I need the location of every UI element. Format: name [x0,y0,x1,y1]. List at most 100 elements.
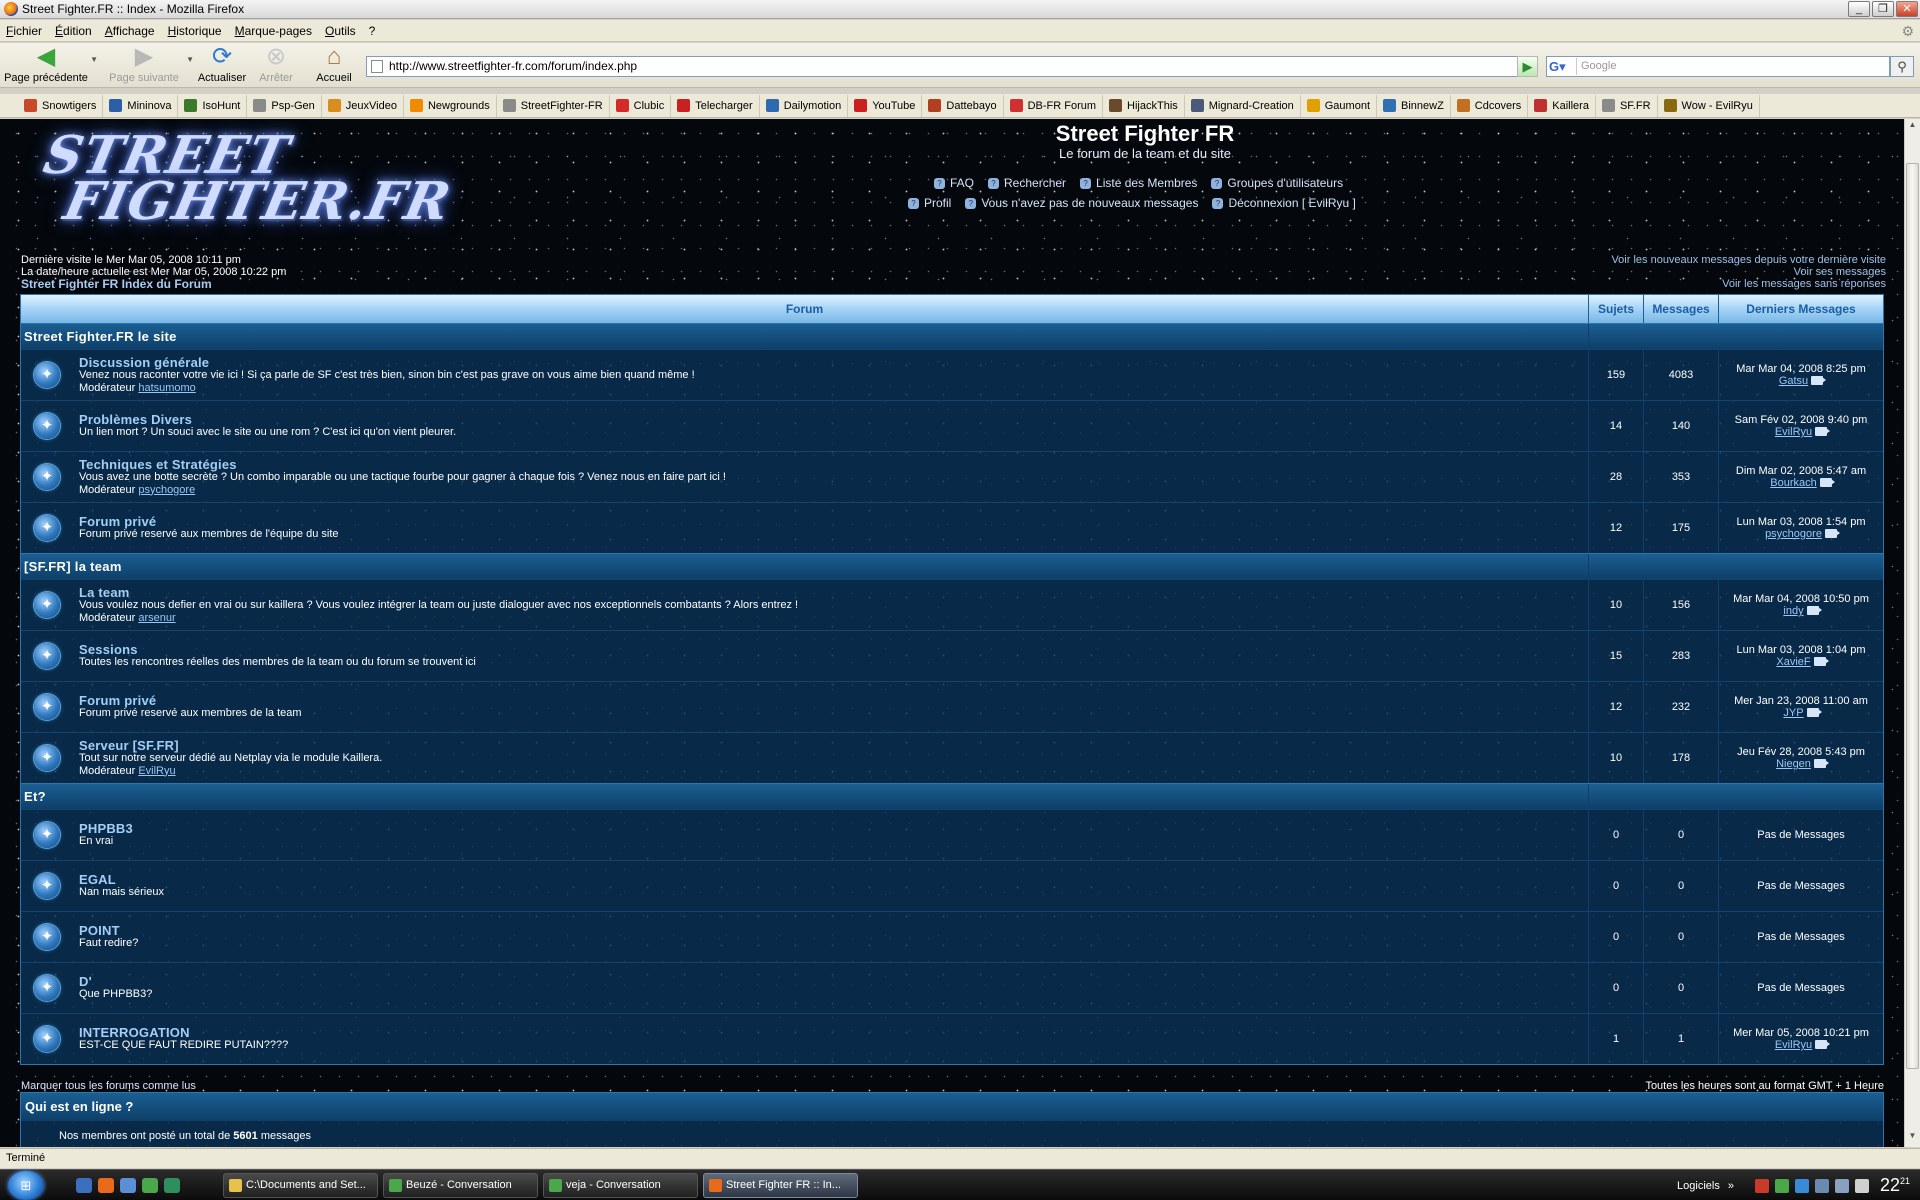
scroll-up-icon[interactable]: ▲ [1906,120,1919,135]
moderator-link[interactable]: hatsumomo [138,382,195,394]
view-latest-post-icon[interactable] [1811,376,1827,385]
view-latest-post-icon[interactable] [1806,606,1822,615]
google-icon[interactable]: G▾ [1549,58,1577,75]
top-nav-link[interactable]: ? Vous n'avez pas de nouveaux messages [965,196,1198,210]
last-post-user-link[interactable]: indy [1783,605,1803,617]
bookmark-item[interactable]: Gaumont [1301,94,1377,117]
forum-name-link[interactable]: Forum privé [79,515,339,528]
scroll-thumb[interactable] [1906,163,1919,1069]
new-posts-link[interactable]: Voir les nouveaux messages depuis votre … [1611,254,1886,266]
home-button[interactable]: ⌂ Accueil [314,45,354,87]
forum-name-link[interactable]: EGAL [79,873,164,886]
tray-monitor-icon[interactable] [1834,1178,1849,1193]
last-post-user-link[interactable]: Niegen [1776,758,1811,770]
bookmark-item[interactable]: Clubic [610,94,672,117]
back-button[interactable]: ◀ Page précédente ▼ [4,45,98,87]
reload-button[interactable]: ⟳ Actualiser [196,45,248,87]
bookmark-item[interactable]: SF.FR [1596,94,1658,117]
menu-7[interactable]: ? [369,24,376,38]
forum-name-link[interactable]: Sessions [79,643,476,656]
moderator-link[interactable]: arsenur [138,612,175,624]
bookmark-item[interactable]: YouTube [848,94,923,117]
bookmark-item[interactable]: DB-FR Forum [1004,94,1104,117]
forum-name-link[interactable]: Problèmes Divers [79,413,456,426]
taskbar-task[interactable]: veja - Conversation [543,1173,698,1198]
firefox-quicklaunch-icon[interactable] [98,1178,114,1193]
bookmark-item[interactable]: Mignard-Creation [1185,94,1301,117]
mark-all-read-link[interactable]: Marquer tous les forums comme lus [21,1080,196,1092]
bookmark-item[interactable]: Telecharger [671,94,760,117]
tray-toolbar-label[interactable]: Logiciels [1677,1180,1720,1192]
forward-dropdown-icon[interactable]: ▼ [186,55,194,64]
view-latest-post-icon[interactable] [1819,478,1835,487]
category-name[interactable]: Street Fighter.FR le site [21,324,1589,349]
menu-5[interactable]: Marque-pages [235,24,312,38]
forum-name-link[interactable]: Forum privé [79,694,302,707]
go-button[interactable]: ▶ [1517,56,1538,77]
unanswered-link[interactable]: Voir les messages sans réponses [1722,278,1886,290]
taskbar-task[interactable]: Beuzé - Conversation [383,1173,538,1198]
view-latest-post-icon[interactable] [1815,427,1831,436]
view-latest-post-icon[interactable] [1813,657,1829,666]
tray-expand-icon[interactable]: » [1728,1180,1734,1192]
taskbar-clock[interactable]: 2221 [1880,1175,1910,1196]
stop-button[interactable]: ⊗ Arrêter [256,45,296,87]
top-nav-link[interactable]: ? Groupes d'utilisateurs [1211,176,1343,190]
site-logo[interactable]: STREET FIGHTER.FR [26,119,457,237]
category-name[interactable]: Et? [21,784,1589,809]
top-nav-link[interactable]: ? Liste des Membres [1080,176,1197,190]
bookmark-item[interactable]: StreetFighter-FR [497,94,610,117]
tray-usb-icon[interactable] [1814,1178,1829,1193]
show-desktop-icon[interactable] [76,1178,92,1193]
minimize-button[interactable]: _ [1848,1,1870,17]
top-nav-link[interactable]: ? Déconnexion [ EvilRyu ] [1212,196,1356,210]
maximize-button[interactable]: ❐ [1872,1,1894,17]
last-post-user-link[interactable]: XavieF [1776,656,1810,668]
bookmark-item[interactable]: Wow - EvilRyu [1658,94,1760,117]
view-latest-post-icon[interactable] [1813,759,1829,768]
last-post-user-link[interactable]: JYP [1783,707,1803,719]
close-button[interactable]: ✕ [1896,1,1918,17]
back-dropdown-icon[interactable]: ▼ [90,55,98,64]
scroll-down-icon[interactable]: ▼ [1906,1131,1919,1146]
top-nav-link[interactable]: ? Profil [908,196,951,210]
bookmark-item[interactable]: IsoHunt [178,94,248,117]
bookmark-item[interactable]: Mininova [103,94,179,117]
bookmark-item[interactable]: JeuxVideo [322,94,404,117]
top-nav-link[interactable]: ? Rechercher [988,176,1066,190]
bookmark-item[interactable]: Snowtigers [18,94,104,117]
forum-index-link[interactable]: Street Fighter FR Index du Forum [21,277,212,291]
tray-antivirus-icon[interactable] [1754,1178,1769,1193]
tray-network-icon[interactable] [1794,1178,1809,1193]
top-nav-link[interactable]: ? FAQ [934,176,974,190]
url-input[interactable]: http://www.streetfighter-fr.com/forum/in… [366,56,1536,77]
your-posts-link[interactable]: Voir ses messages [1794,266,1886,278]
menu-1[interactable]: Fichier [6,24,42,38]
taskbar-task[interactable]: C:\Documents and Set... [223,1173,378,1198]
search-input[interactable]: G▾ Google [1546,56,1890,77]
bookmark-item[interactable]: Psp-Gen [247,94,322,117]
contacts-quicklaunch-icon[interactable] [164,1178,180,1193]
forum-name-link[interactable]: Discussion générale [79,356,695,369]
forum-name-link[interactable]: D' [79,975,152,988]
tray-volume-icon[interactable] [1854,1178,1869,1193]
taskbar-task[interactable]: Street Fighter FR :: In... [703,1173,858,1198]
explorer-quicklaunch-icon[interactable] [120,1178,136,1193]
forward-button[interactable]: ▶ Page suivante ▼ [104,45,194,87]
forum-name-link[interactable]: PHPBB3 [79,822,133,835]
bookmark-item[interactable]: Kaillera [1528,94,1596,117]
bookmark-item[interactable]: Dailymotion [760,94,849,117]
forum-name-link[interactable]: Serveur [SF.FR] [79,739,382,752]
bookmark-item[interactable]: Cdcovers [1451,94,1529,117]
menu-4[interactable]: Historique [168,24,222,38]
menu-6[interactable]: Outils [325,24,356,38]
forum-name-link[interactable]: INTERROGATION [79,1026,288,1039]
tray-messenger-icon[interactable] [1774,1178,1789,1193]
bookmark-item[interactable]: Newgrounds [404,94,497,117]
last-post-user-link[interactable]: EvilRyu [1775,1039,1812,1051]
forum-name-link[interactable]: POINT [79,924,138,937]
messenger-quicklaunch-icon[interactable] [142,1178,158,1193]
menu-2[interactable]: Édition [55,24,92,38]
search-button[interactable]: ⚲ [1890,56,1914,77]
moderator-link[interactable]: psychogore [138,484,195,496]
